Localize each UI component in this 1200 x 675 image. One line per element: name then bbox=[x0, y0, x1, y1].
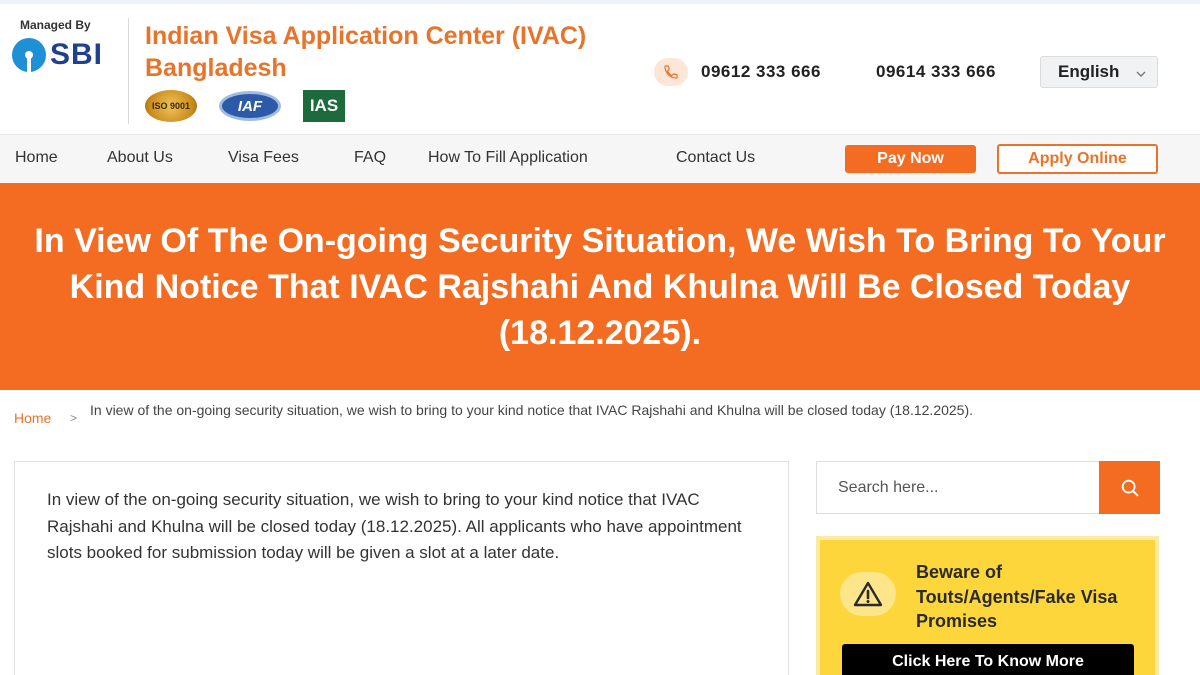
iso-9001-logo: ISO 9001 bbox=[145, 90, 197, 122]
breadcrumb-current: In view of the on-going security situati… bbox=[90, 402, 974, 418]
apply-online-button[interactable]: Apply Online bbox=[997, 144, 1158, 174]
phone-number-2[interactable]: 09614 333 666 bbox=[876, 62, 996, 82]
warning-title: Beware of Touts/Agents/Fake Visa Promise… bbox=[916, 562, 1118, 631]
search-input[interactable] bbox=[817, 462, 1099, 513]
site-title[interactable]: Indian Visa Application Center (IVAC) Ba… bbox=[145, 20, 605, 84]
iaf-logo: IAF bbox=[219, 91, 281, 121]
search-box bbox=[816, 461, 1160, 514]
warning-triangle-icon bbox=[840, 572, 896, 616]
nav-faq[interactable]: FAQ bbox=[354, 149, 386, 167]
language-select[interactable]: English bbox=[1040, 56, 1158, 88]
sbi-logo-icon bbox=[12, 38, 46, 72]
nav-home[interactable]: Home bbox=[15, 149, 58, 167]
search-icon bbox=[1121, 479, 1138, 496]
phone-number-1[interactable]: 09612 333 666 bbox=[701, 62, 821, 82]
ias-logo: IAS bbox=[303, 90, 345, 122]
notice-banner: In View Of The On-going Security Situati… bbox=[0, 183, 1200, 390]
know-more-button[interactable]: Click Here To Know More bbox=[842, 644, 1134, 675]
nav-how-to-fill-application[interactable]: How To Fill Application bbox=[428, 149, 588, 167]
phone-icon-glyph bbox=[664, 65, 678, 79]
language-value: English bbox=[1058, 62, 1120, 81]
pay-now-button[interactable]: Pay Now bbox=[845, 145, 976, 173]
article-card: In view of the on-going security situati… bbox=[14, 461, 789, 675]
article-body: In view of the on-going security situati… bbox=[47, 490, 742, 562]
phone-icon bbox=[654, 58, 688, 86]
nav-visa-fees[interactable]: Visa Fees bbox=[228, 149, 299, 167]
managed-by-label: Managed By bbox=[20, 18, 91, 32]
main-nav: Home About Us Visa Fees FAQ How To Fill … bbox=[0, 134, 1200, 182]
search-button[interactable] bbox=[1099, 461, 1160, 514]
nav-about-us[interactable]: About Us bbox=[107, 149, 173, 167]
chevron-down-icon bbox=[1135, 65, 1147, 85]
sbi-logo-text: SBI bbox=[50, 38, 104, 71]
certification-logos: ISO 9001 IAF IAS bbox=[145, 90, 345, 122]
banner-heading: In View Of The On-going Security Situati… bbox=[34, 221, 1166, 352]
nav-contact-us[interactable]: Contact Us bbox=[676, 149, 755, 167]
breadcrumb-home-link[interactable]: Home bbox=[14, 410, 51, 426]
header-divider bbox=[128, 18, 129, 124]
site-header: Managed By SBI Indian Visa Application C… bbox=[0, 4, 1200, 134]
breadcrumb-separator: > bbox=[70, 411, 78, 425]
sbi-logo[interactable]: SBI bbox=[12, 38, 103, 72]
warning-card: Beware of Touts/Agents/Fake Visa Promise… bbox=[816, 536, 1159, 675]
